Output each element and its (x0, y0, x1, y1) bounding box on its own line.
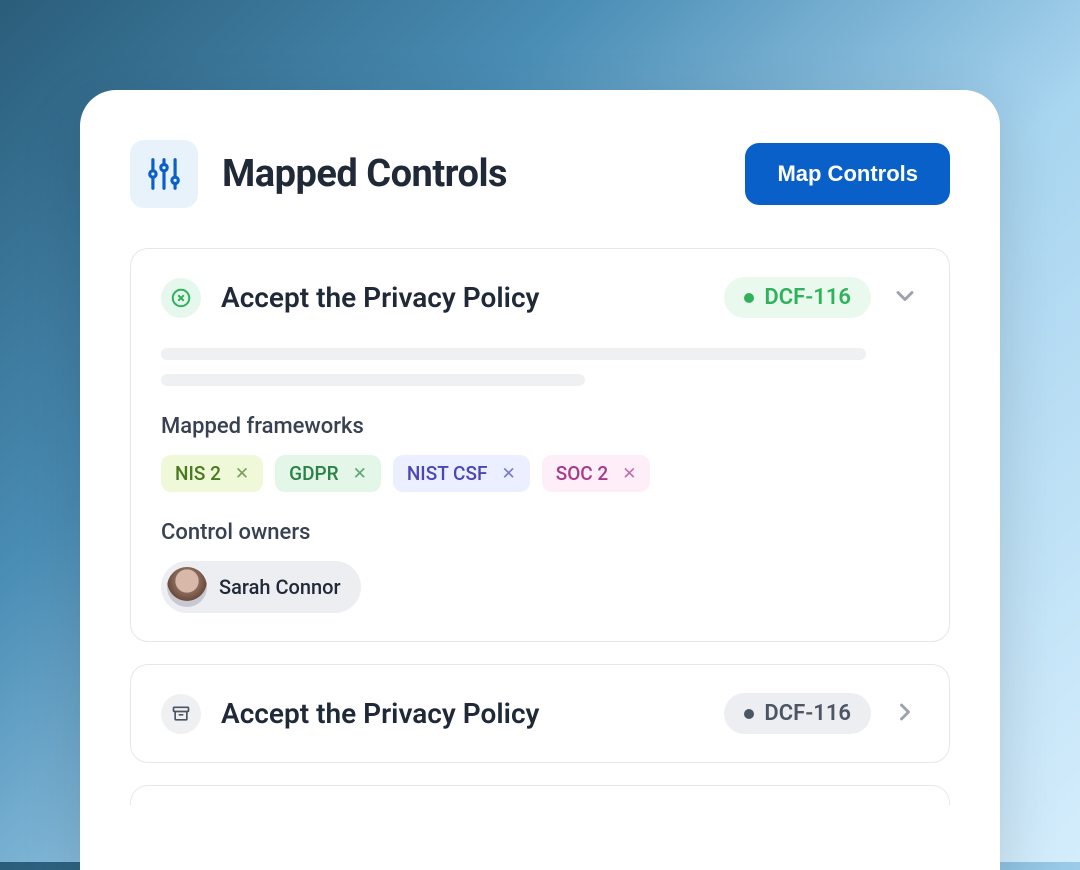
page-title: Mapped Controls (222, 152, 507, 196)
control-card-header[interactable]: Accept the Privacy Policy DCF-116 (161, 277, 919, 318)
frameworks-label: Mapped frameworks (161, 414, 919, 439)
status-circle-icon (161, 278, 201, 318)
archive-icon (161, 694, 201, 734)
control-code-badge: DCF-116 (724, 277, 871, 318)
chip-label: SOC 2 (556, 462, 609, 485)
mapped-controls-panel: Mapped Controls Map Controls Accept the … (80, 90, 1000, 870)
remove-icon[interactable]: ✕ (622, 464, 636, 484)
control-card-peek (130, 785, 950, 805)
dot-icon (744, 293, 754, 303)
header-left: Mapped Controls (130, 140, 507, 208)
map-controls-button[interactable]: Map Controls (745, 143, 950, 205)
sliders-icon (130, 140, 198, 208)
frameworks-row: NIS 2 ✕ GDPR ✕ NIST CSF ✕ SOC 2 ✕ (161, 455, 919, 492)
control-code-badge: DCF-116 (724, 693, 871, 734)
remove-icon[interactable]: ✕ (235, 464, 249, 484)
remove-icon[interactable]: ✕ (501, 464, 515, 484)
dot-icon (744, 709, 754, 719)
owners-label: Control owners (161, 520, 919, 545)
control-card-collapsed[interactable]: Accept the Privacy Policy DCF-116 (130, 664, 950, 763)
chip-label: NIST CSF (407, 462, 488, 485)
chevron-right-icon[interactable] (891, 698, 919, 730)
control-title: Accept the Privacy Policy (221, 697, 704, 730)
control-card-header[interactable]: Accept the Privacy Policy DCF-116 (161, 693, 919, 734)
chip-label: GDPR (289, 462, 338, 485)
control-card-expanded: Accept the Privacy Policy DCF-116 Mapped… (130, 248, 950, 642)
chip-label: NIS 2 (175, 462, 221, 485)
remove-icon[interactable]: ✕ (353, 464, 367, 484)
control-code: DCF-116 (764, 285, 851, 310)
control-title: Accept the Privacy Policy (221, 281, 704, 314)
owner-name: Sarah Connor (219, 575, 341, 599)
framework-chip[interactable]: SOC 2 ✕ (542, 455, 651, 492)
framework-chip[interactable]: NIST CSF ✕ (393, 455, 530, 492)
owner-pill[interactable]: Sarah Connor (161, 561, 361, 613)
owners-row: Sarah Connor (161, 561, 919, 613)
panel-header: Mapped Controls Map Controls (130, 140, 950, 208)
description-placeholder (161, 348, 919, 386)
framework-chip[interactable]: NIS 2 ✕ (161, 455, 263, 492)
control-code: DCF-116 (764, 701, 851, 726)
chevron-down-icon[interactable] (891, 282, 919, 314)
avatar-icon (167, 567, 207, 607)
framework-chip[interactable]: GDPR ✕ (275, 455, 381, 492)
